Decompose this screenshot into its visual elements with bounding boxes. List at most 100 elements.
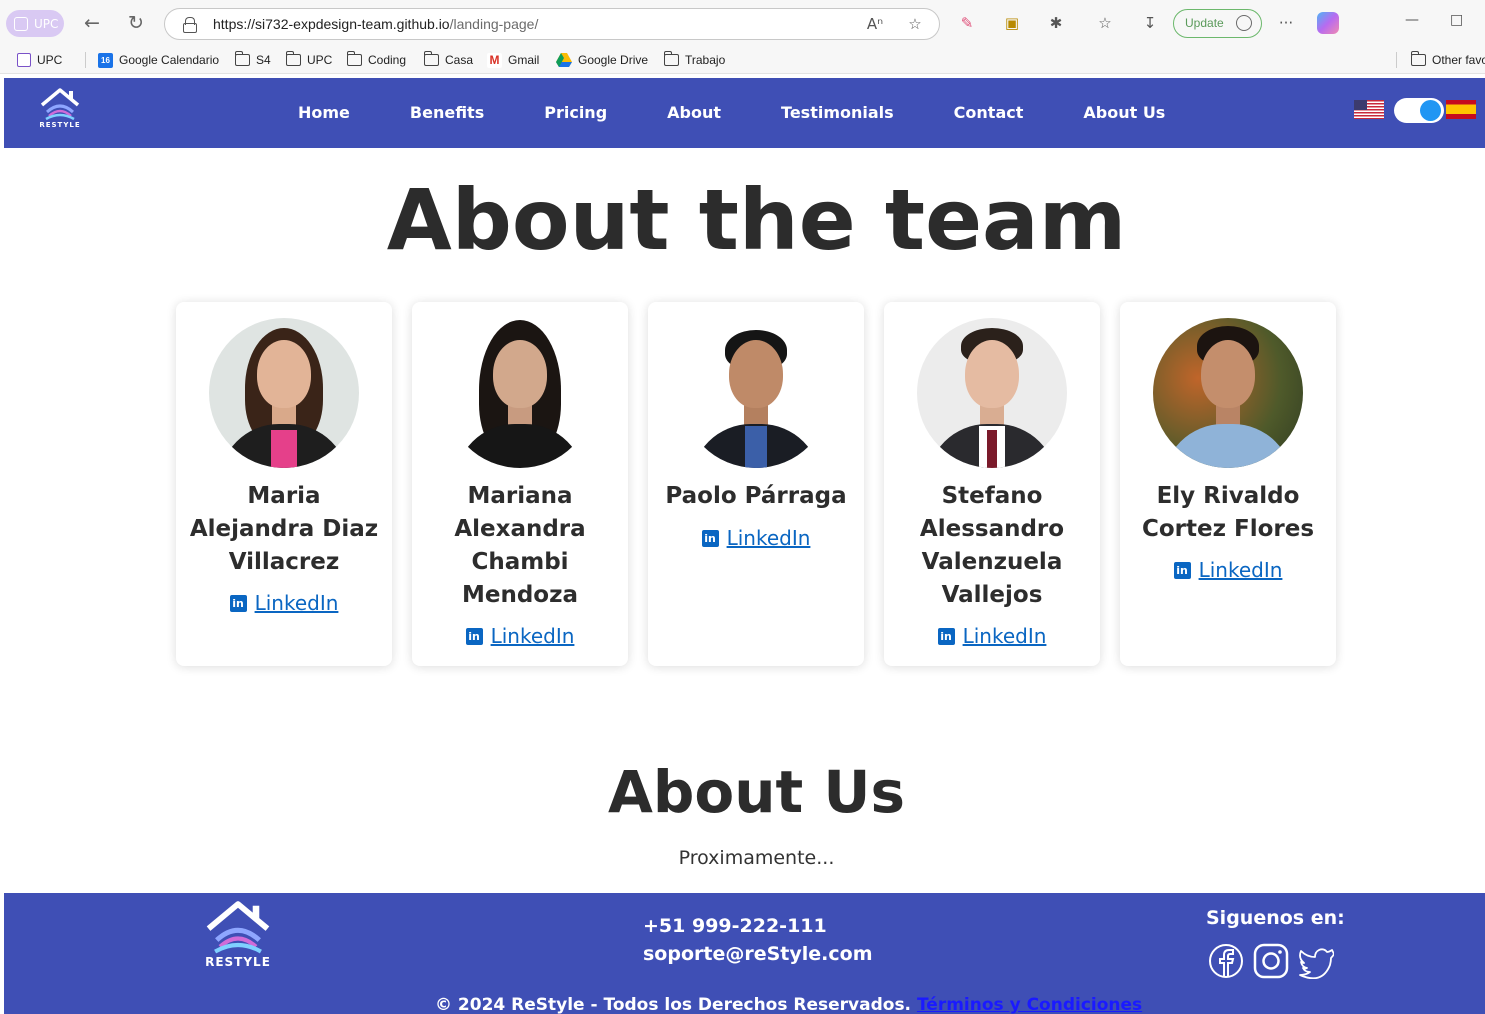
bookmark-other-favorites[interactable]: Other favo	[1410, 51, 1485, 68]
url-text[interactable]: https://si732-expdesign-team.github.io/l…	[213, 16, 538, 32]
about-us-title: About Us	[607, 758, 906, 826]
nav-testimonials[interactable]: Testimonials	[781, 103, 894, 122]
spanish-flag-icon[interactable]	[1446, 100, 1476, 119]
nav-about-us[interactable]: About Us	[1083, 103, 1165, 122]
member-name: Mariana Alexandra Chambi Mendoza	[454, 483, 586, 608]
bookmark-upc-folder[interactable]: UPC	[285, 51, 333, 68]
bookmark-label: Trabajo	[685, 53, 726, 67]
nav-benefits[interactable]: Benefits	[410, 103, 484, 122]
linkedin-icon: in	[1173, 561, 1191, 579]
linkedin-link[interactable]: in LinkedIn	[884, 624, 1100, 648]
team-card: Mariana Alexandra Chambi Mendoza in Link…	[412, 302, 628, 666]
footer-logo[interactable]: RESTYLE	[202, 899, 274, 969]
linkedin-label: LinkedIn	[1198, 558, 1283, 582]
url-host: https://si732-expdesign-team.github.io	[213, 16, 450, 32]
folder-icon	[285, 51, 301, 66]
browser-toolbar: UPC ← ↻ https://si732-expdesign-team.git…	[0, 0, 1485, 46]
pen-extension-icon[interactable]: ✎	[956, 12, 978, 34]
linkedin-icon: in	[465, 627, 483, 645]
nav-home[interactable]: Home	[298, 103, 350, 122]
site-navbar: RESTYLE Home Benefits Pricing About Test…	[4, 78, 1485, 148]
downloads-icon[interactable]: ↧	[1139, 12, 1161, 34]
lock-icon	[183, 17, 197, 33]
bookmark-coding[interactable]: Coding	[346, 51, 407, 68]
favorites-icon[interactable]: ☆	[1094, 12, 1116, 34]
copilot-icon[interactable]	[1317, 12, 1339, 34]
web-page: RESTYLE Home Benefits Pricing About Test…	[4, 78, 1485, 1014]
logo-text: RESTYLE	[205, 955, 271, 969]
english-flag-icon[interactable]	[1354, 100, 1384, 119]
member-photo	[209, 318, 359, 468]
gmail-icon: M	[487, 52, 502, 68]
footer-phone: +51 999-222-111	[643, 915, 827, 937]
profile-label: UPC	[34, 16, 59, 31]
extensions-icon[interactable]: ✱	[1045, 12, 1067, 34]
team-title: About the team	[386, 171, 1127, 269]
facebook-icon[interactable]	[1208, 943, 1244, 979]
nav-contact[interactable]: Contact	[954, 103, 1024, 122]
member-name: Ely Rivaldo Cortez Flores	[1141, 483, 1315, 542]
bookmark-label: Coding	[368, 53, 407, 67]
nav-about[interactable]: About	[667, 103, 721, 122]
twitter-icon[interactable]	[1298, 943, 1334, 979]
member-photo	[917, 318, 1067, 468]
follow-label: Siguenos en:	[1206, 907, 1345, 929]
minimize-button[interactable]: —	[1405, 12, 1419, 28]
nav-menu: Home Benefits Pricing About Testimonials…	[298, 103, 1165, 122]
footer-email[interactable]: soporte@reStyle.com	[643, 943, 873, 965]
back-button[interactable]: ←	[80, 12, 104, 36]
linkedin-link[interactable]: in LinkedIn	[412, 624, 628, 648]
house-logo-icon	[206, 901, 270, 954]
bookmark-trabajo[interactable]: Trabajo	[663, 51, 726, 68]
drive-icon	[556, 53, 572, 67]
bookmark-upc[interactable]: UPC	[17, 52, 62, 68]
address-bar[interactable]: https://si732-expdesign-team.github.io/l…	[164, 8, 940, 40]
member-photo	[681, 318, 831, 468]
profile-button[interactable]: UPC	[6, 10, 64, 37]
linkedin-link[interactable]: in LinkedIn	[1120, 558, 1336, 582]
folder-icon	[234, 51, 250, 66]
terms-link[interactable]: Términos y Condiciones	[917, 995, 1142, 1014]
linkedin-link[interactable]: in LinkedIn	[176, 591, 392, 615]
profile-icon	[14, 16, 28, 31]
bookmark-label: Casa	[445, 53, 474, 67]
bookmark-s4[interactable]: S4	[234, 51, 271, 68]
bookmark-google-calendar[interactable]: 16 Google Calendario	[98, 52, 219, 68]
member-photo	[445, 318, 595, 468]
instagram-icon[interactable]	[1253, 943, 1289, 979]
bookmarks-bar: UPC 16 Google Calendario S4 UPC Coding C…	[0, 46, 1485, 74]
bookmark-label: S4	[256, 53, 271, 67]
refresh-button[interactable]: ↻	[124, 12, 148, 36]
bookmark-label: UPC	[37, 53, 63, 67]
language-toggle[interactable]	[1394, 98, 1444, 123]
update-button[interactable]: Update	[1173, 9, 1262, 38]
browser-essentials-icon	[1236, 15, 1252, 31]
extension-box-icon[interactable]: ▣	[1001, 12, 1023, 34]
bookmark-casa[interactable]: Casa	[423, 51, 474, 68]
bookmark-gmail[interactable]: M Gmail	[487, 52, 539, 68]
linkedin-label: LinkedIn	[254, 591, 339, 615]
maximize-button[interactable]: □	[1450, 12, 1463, 28]
url-path: /landing-page/	[449, 16, 539, 32]
copyright-prefix: © 2024	[435, 995, 506, 1014]
bookmark-label: Other favo	[1432, 53, 1485, 67]
copyright-suffix: - Todos los Derechos Reservados.	[590, 995, 912, 1014]
bookmark-google-drive[interactable]: Google Drive	[556, 52, 648, 68]
site-footer: RESTYLE +51 999-222-111 soporte@reStyle.…	[4, 893, 1485, 1014]
site-logo[interactable]: RESTYLE	[38, 87, 82, 129]
nav-pricing[interactable]: Pricing	[544, 103, 607, 122]
favorite-star-icon[interactable]: ☆	[905, 14, 925, 34]
calendar-icon: 16	[98, 52, 113, 68]
member-name: Maria Alejandra Diaz Villacrez	[189, 483, 379, 575]
folder-icon	[423, 51, 439, 66]
bookmark-label: UPC	[307, 53, 333, 67]
linkedin-link[interactable]: in LinkedIn	[648, 526, 864, 550]
team-card: Maria Alejandra Diaz Villacrez in Linked…	[176, 302, 392, 666]
bookmark-divider	[1396, 52, 1397, 68]
folder-icon	[663, 51, 679, 66]
upc-icon	[17, 53, 31, 67]
read-aloud-icon[interactable]: Aⁿ	[865, 14, 885, 34]
copyright-text: © 2024 ReStyle - Todos los Derechos Rese…	[435, 995, 1142, 1014]
more-menu-button[interactable]: ···	[1275, 12, 1297, 34]
folder-icon	[1410, 51, 1426, 66]
